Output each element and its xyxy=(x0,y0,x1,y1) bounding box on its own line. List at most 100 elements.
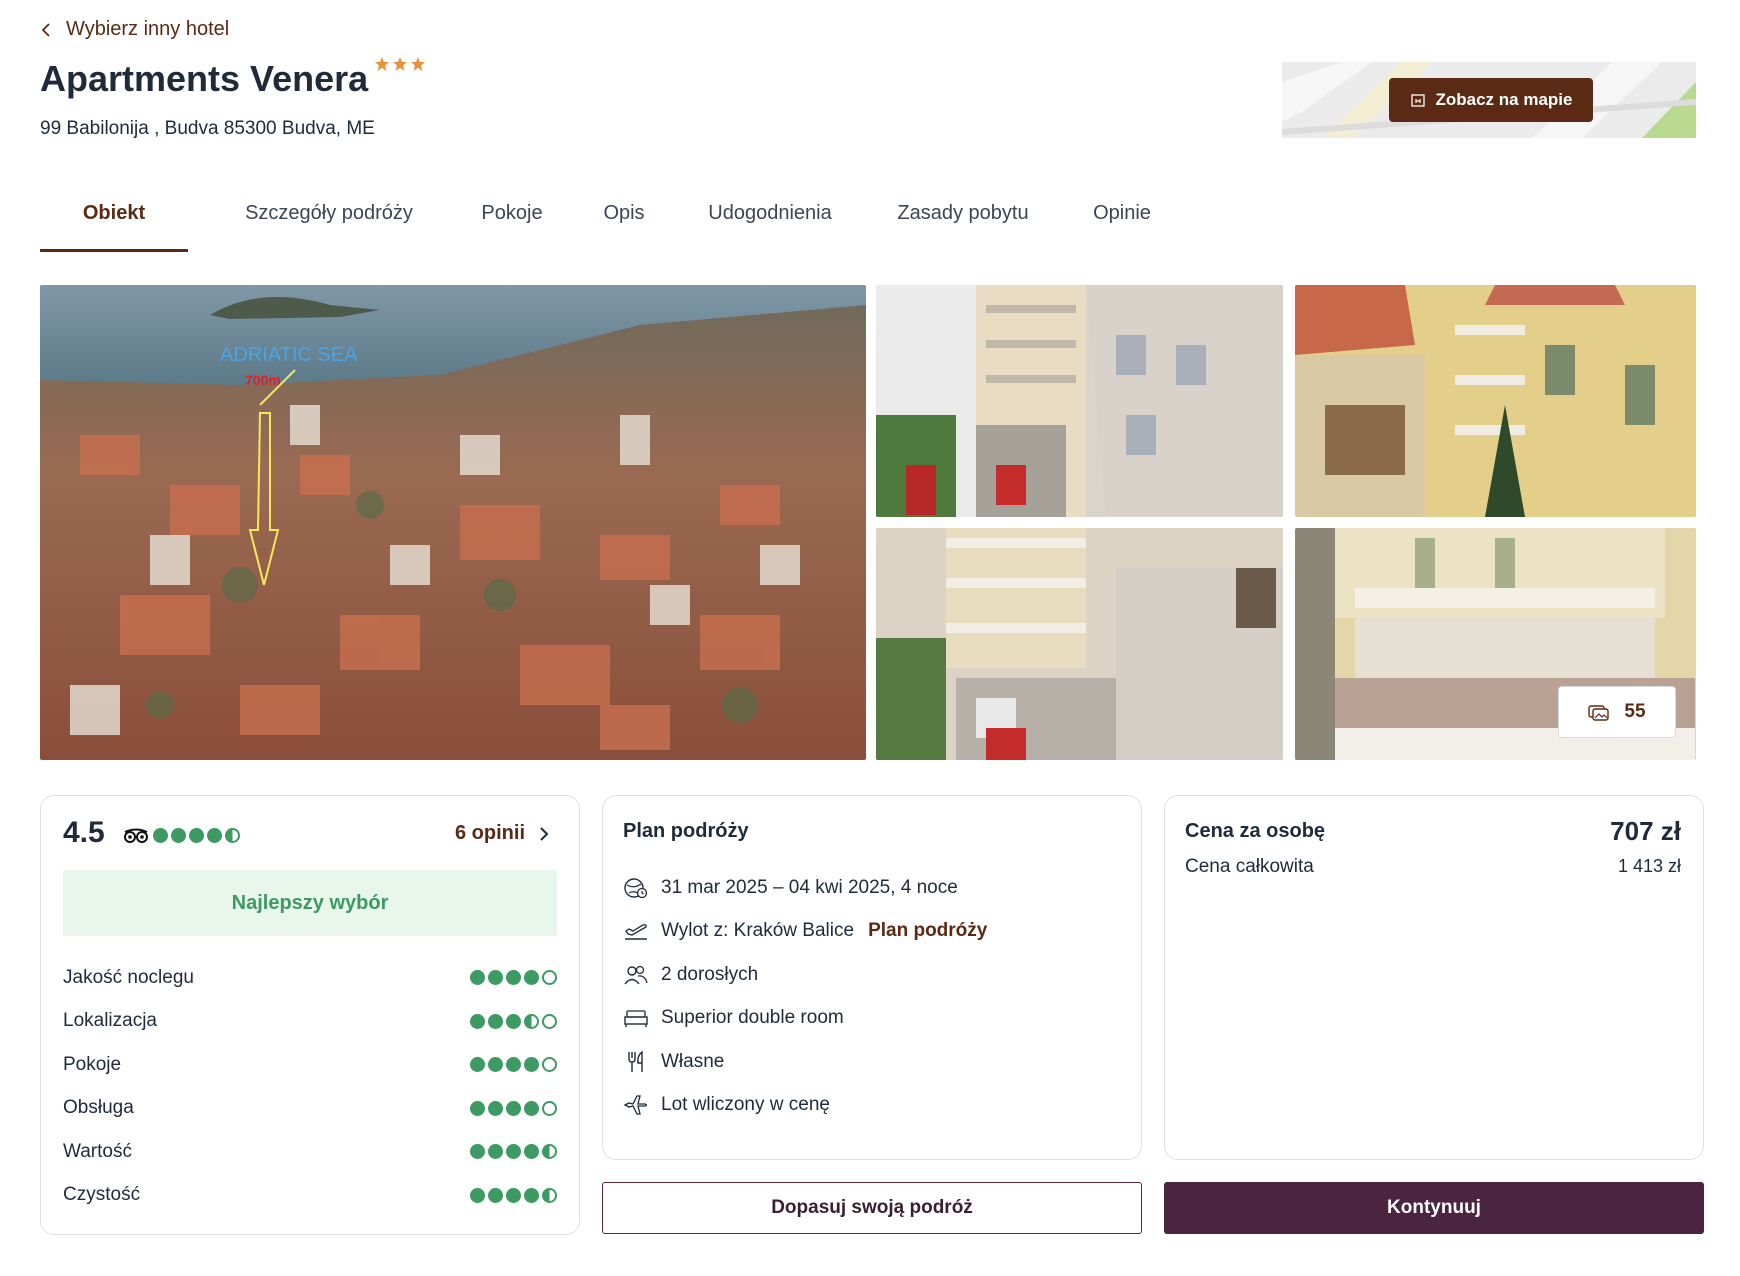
rating-criteria-list: Jakość noclegu Lokalizacja Pokoje Obsług… xyxy=(63,956,557,1217)
price-card: Cena za osobę 707 zł Cena całkowita 1 41… xyxy=(1164,795,1704,1160)
criterion-label: Jakość noclegu xyxy=(63,966,194,988)
main-photo[interactable]: ADRIATIC SEA 700m xyxy=(40,285,866,760)
rating-dot xyxy=(524,1100,539,1116)
tab-pokoje[interactable]: Pokoje xyxy=(474,196,550,252)
rating-card: 4.5 6 opinii Najlepszy wybór Jakość nocl… xyxy=(40,795,580,1235)
hotel-title-row: Apartments Venera xyxy=(40,56,426,100)
star-icon xyxy=(393,57,408,71)
reviews-count-label: 6 opinii xyxy=(455,822,525,844)
rating-dot xyxy=(524,1187,539,1203)
show-on-map-label: Zobacz na mapie xyxy=(1435,90,1573,109)
show-on-map-button[interactable]: Zobacz na mapie xyxy=(1389,78,1593,122)
trip-plan-link[interactable]: Plan podróży xyxy=(868,920,987,942)
trip-plan-list: 31 mar 2025 – 04 kwi 2025, 4 noce Wylot … xyxy=(623,866,987,1127)
rating-dot xyxy=(470,1100,485,1116)
criterion-dots xyxy=(470,1100,557,1116)
gallery-photo-4[interactable] xyxy=(876,528,1283,760)
rating-criterion-row: Lokalizacja xyxy=(63,1000,557,1044)
criterion-dots xyxy=(470,1057,557,1073)
rating-criterion-row: Obsługa xyxy=(63,1087,557,1131)
rating-dot xyxy=(189,828,204,843)
bed-icon xyxy=(624,1010,648,1028)
room-item: Superior double room xyxy=(623,997,987,1041)
tripadvisor-icon xyxy=(124,828,148,843)
photos-icon xyxy=(1588,705,1610,721)
rating-dot xyxy=(470,1187,485,1203)
rating-dot xyxy=(171,828,186,843)
rating-dot xyxy=(488,1057,503,1073)
criterion-label: Wartość xyxy=(63,1140,132,1162)
gallery-photo-2[interactable] xyxy=(876,285,1283,517)
plane-icon xyxy=(623,1095,648,1115)
price-per-person-value: 707 zł xyxy=(1610,816,1681,846)
trip-dates: 31 mar 2025 – 04 kwi 2025, 4 noce xyxy=(661,876,958,898)
rating-dot xyxy=(524,970,539,986)
back-to-hotels-link[interactable]: Wybierz inny hotel xyxy=(40,18,229,41)
photo-gallery: ADRIATIC SEA 700m 55 xyxy=(40,285,1696,760)
rating-criterion-row: Czystość xyxy=(63,1174,557,1218)
departure-item: Wylot z: Kraków Balice Plan podróży xyxy=(623,910,987,954)
gallery-photo-5[interactable]: 55 xyxy=(1295,528,1696,760)
rating-dot xyxy=(488,1187,503,1203)
trip-dates-item: 31 mar 2025 – 04 kwi 2025, 4 noce xyxy=(623,866,987,910)
continue-button[interactable]: Kontynuuj xyxy=(1164,1182,1704,1234)
tab-opinie[interactable]: Opinie xyxy=(1084,196,1160,252)
people-icon xyxy=(624,965,648,985)
rating-dot xyxy=(506,1187,521,1203)
tab-udogodnienia[interactable]: Udogodnienia xyxy=(698,196,842,252)
plane-takeoff-icon xyxy=(625,924,647,940)
criterion-dots xyxy=(470,1013,557,1029)
trip-plan-card: Plan podróży 31 mar 2025 – 04 kwi 2025, … xyxy=(602,795,1142,1160)
price-per-person-label: Cena za osobę xyxy=(1185,820,1326,842)
cutlery-icon xyxy=(628,1050,643,1072)
best-choice-badge: Najlepszy wybór xyxy=(63,870,557,936)
calendar-globe-icon xyxy=(624,878,648,898)
sea-label: ADRIATIC SEA xyxy=(220,344,358,366)
reviews-link[interactable]: 6 opinii xyxy=(455,822,549,845)
building-photo xyxy=(876,285,1283,517)
rating-dot xyxy=(225,828,240,843)
rating-dot xyxy=(488,970,503,986)
board-type: Własne xyxy=(661,1050,725,1072)
trip-plan-title: Plan podróży xyxy=(623,820,749,842)
map-preview[interactable]: Zobacz na mapie xyxy=(1282,62,1696,138)
building-photo xyxy=(876,528,1283,760)
tab-szczegoly-podrozy[interactable]: Szczegóły podróży xyxy=(230,196,428,252)
rating-dot xyxy=(470,1013,485,1029)
rating-dot xyxy=(470,970,485,986)
rating-dot xyxy=(506,1100,521,1116)
criterion-label: Lokalizacja xyxy=(63,1010,157,1032)
customize-trip-button[interactable]: Dopasuj swoją podróż xyxy=(602,1182,1142,1234)
rating-dot xyxy=(542,1144,557,1160)
criterion-dots xyxy=(470,1144,557,1160)
distance-label: 700m xyxy=(245,372,281,388)
hotel-building-icon xyxy=(1410,94,1425,107)
section-tabs: Obiekt Szczegóły podróży Pokoje Opis Udo… xyxy=(40,196,1160,252)
building-photo xyxy=(1295,285,1696,517)
rating-dot xyxy=(542,1013,557,1029)
overall-rating-dots xyxy=(153,828,240,843)
guests-item: 2 dorosłych xyxy=(623,953,987,997)
total-price-value: 1 413 zł xyxy=(1617,856,1681,876)
hotel-stars xyxy=(374,56,426,72)
hotel-address: 99 Babilonija , Budva 85300 Budva, ME xyxy=(40,118,375,139)
rating-dot xyxy=(470,1057,485,1073)
rating-criterion-row: Jakość noclegu xyxy=(63,956,557,1000)
rating-dot xyxy=(470,1144,485,1160)
flight-included: Lot wliczony w cenę xyxy=(661,1094,830,1116)
tab-zasady-pobytu[interactable]: Zasady pobytu xyxy=(888,196,1038,252)
photo-count: 55 xyxy=(1624,701,1646,722)
star-icon xyxy=(411,57,426,71)
criterion-dots xyxy=(470,1187,557,1203)
rating-dot xyxy=(524,1144,539,1160)
rating-dot xyxy=(524,1013,539,1029)
rating-dot xyxy=(524,1057,539,1073)
tab-obiekt[interactable]: Obiekt xyxy=(40,196,188,252)
criterion-label: Czystość xyxy=(63,1184,141,1206)
chevron-right-icon xyxy=(540,826,549,841)
all-photos-button[interactable]: 55 xyxy=(1558,686,1676,738)
gallery-photo-3[interactable] xyxy=(1295,285,1696,517)
rating-dot xyxy=(488,1013,503,1029)
criterion-dots xyxy=(470,970,557,986)
tab-opis[interactable]: Opis xyxy=(596,196,652,252)
